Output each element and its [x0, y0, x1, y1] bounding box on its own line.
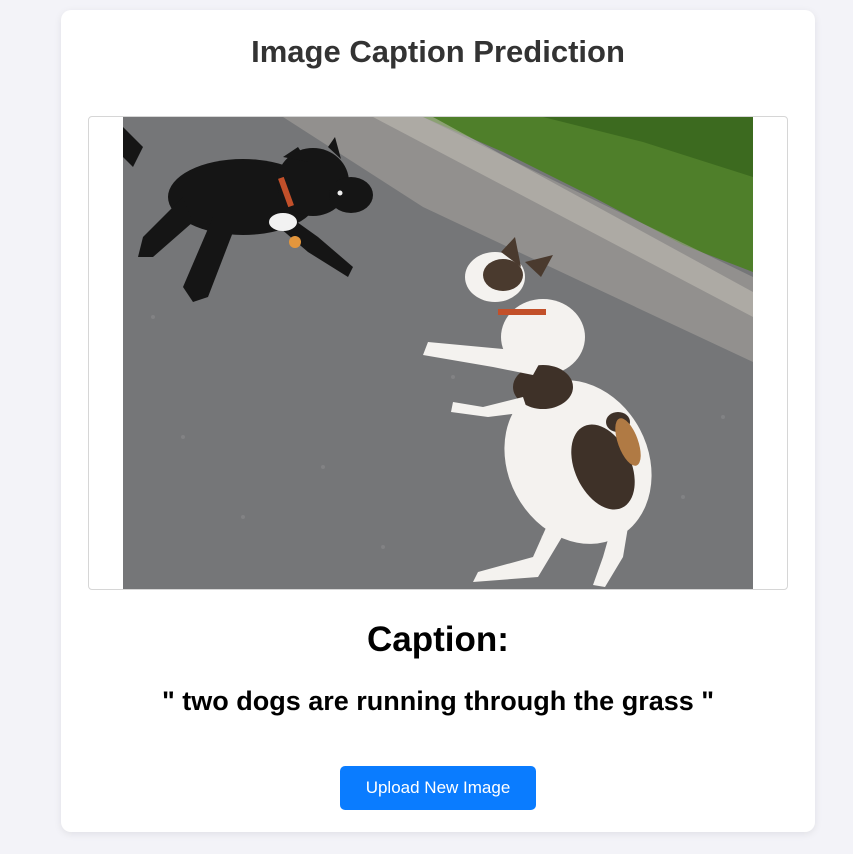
uploaded-image-frame — [88, 116, 788, 590]
caption-text: " two dogs are running through the grass… — [161, 686, 715, 716]
prediction-card: Image Caption Prediction Caption: " two … — [61, 10, 815, 832]
uploaded-image — [123, 117, 753, 589]
page-title: Image Caption Prediction — [251, 34, 625, 69]
caption-heading: Caption: — [367, 620, 509, 659]
upload-new-image-button[interactable]: Upload New Image — [340, 766, 536, 810]
